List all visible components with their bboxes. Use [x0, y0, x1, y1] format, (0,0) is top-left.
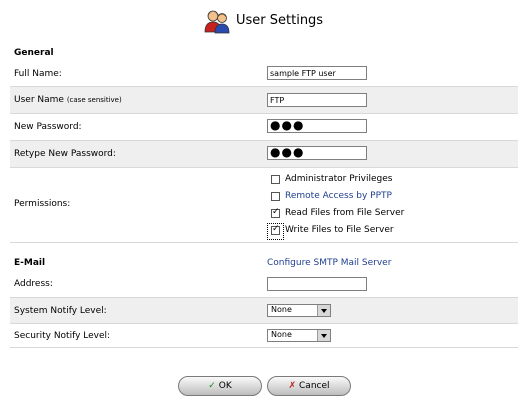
security-notify-label: Security Notify Level:: [14, 331, 111, 341]
system-notify-row: System Notify Level:: [10, 298, 518, 324]
focus-indicator: [267, 223, 284, 240]
username-row: User Name (case sensitive): [10, 87, 518, 114]
system-notify-label: System Notify Level:: [14, 306, 107, 316]
new-password-label: New Password:: [14, 122, 82, 132]
admin-checkbox[interactable]: [271, 175, 280, 184]
system-notify-value: None: [271, 305, 292, 314]
permission-write-label: Write Files to File Server: [285, 225, 394, 235]
retype-password-label: Retype New Password:: [14, 149, 116, 159]
username-note: (case sensitive): [66, 96, 122, 104]
retype-password-row: Retype New Password:: [10, 141, 518, 168]
ok-button[interactable]: ✓ OK: [178, 376, 262, 396]
security-notify-select[interactable]: None: [267, 329, 331, 342]
x-mark-icon: ✗: [288, 381, 297, 391]
full-name-label: Full Name:: [14, 69, 62, 79]
address-row: Address:: [10, 271, 518, 298]
general-section-label: General: [14, 48, 54, 58]
pptp-checkbox[interactable]: [271, 192, 280, 201]
username-label: User Name: [14, 95, 64, 105]
chevron-down-icon[interactable]: [317, 305, 330, 316]
page-header: User Settings: [0, 6, 525, 36]
security-notify-row: Security Notify Level:: [10, 324, 518, 348]
chevron-down-icon[interactable]: [317, 330, 330, 341]
permission-read-label: Read Files from File Server: [285, 208, 405, 218]
users-icon: [204, 10, 230, 34]
email-section-label: E-Mail: [14, 258, 46, 268]
cancel-button-label: Cancel: [299, 381, 330, 391]
page-title: User Settings: [236, 13, 324, 28]
ok-button-label: OK: [218, 381, 232, 391]
new-password-row: New Password:: [10, 114, 518, 141]
permissions-label: Permissions:: [14, 199, 71, 209]
full-name-row: Full Name:: [10, 62, 518, 87]
permission-admin-label: Administrator Privileges: [285, 174, 393, 184]
full-name-input[interactable]: [267, 66, 367, 80]
permissions-row: Permissions:: [10, 168, 518, 243]
read-checkbox[interactable]: [271, 207, 280, 218]
address-label: Address:: [14, 279, 53, 289]
cancel-button[interactable]: ✗ Cancel: [267, 376, 351, 396]
username-input[interactable]: [267, 93, 367, 107]
email-address-input[interactable]: [267, 277, 367, 291]
checkmark-icon: ✓: [208, 381, 216, 391]
retype-password-input[interactable]: ●●●: [267, 146, 367, 160]
security-notify-value: None: [271, 330, 292, 339]
permission-pptp-link[interactable]: Remote Access by PPTP: [285, 191, 392, 201]
system-notify-select[interactable]: None: [267, 304, 331, 317]
new-password-input[interactable]: ●●●: [267, 119, 367, 133]
configure-smtp-link[interactable]: Configure SMTP Mail Server: [267, 258, 391, 268]
